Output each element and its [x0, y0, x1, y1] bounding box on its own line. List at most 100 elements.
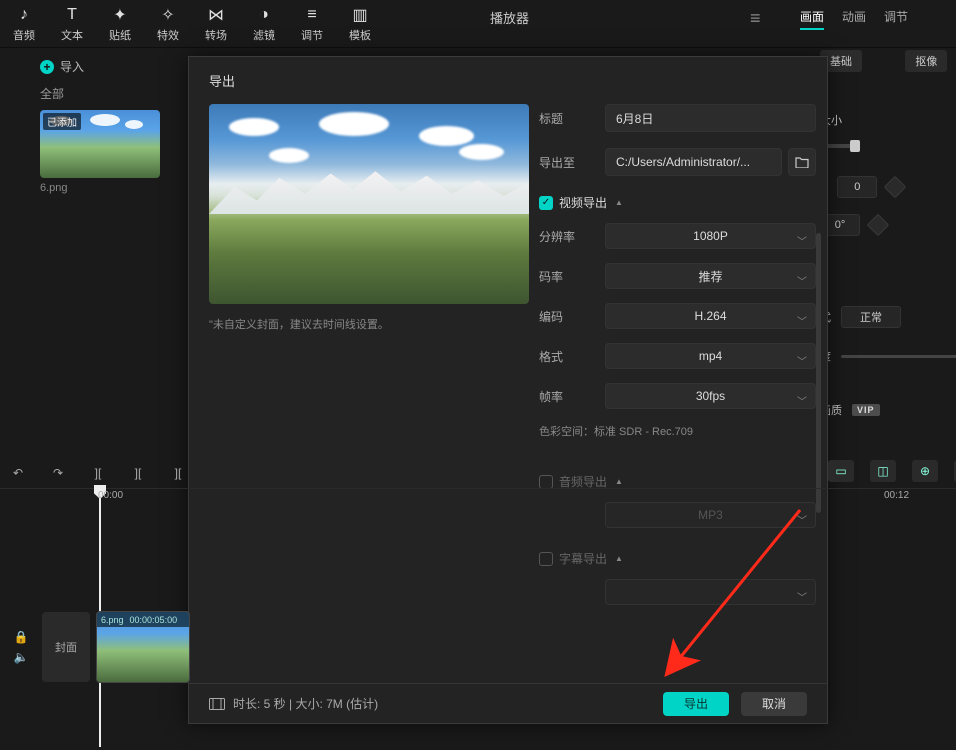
effect-icon: ✧ — [161, 5, 174, 25]
video-track: 🔒 🔈 封面 6.png 00:00:05:00 — [0, 610, 956, 684]
clip-duration: 00:00:05:00 — [130, 615, 178, 625]
tab-animation[interactable]: 动画 — [842, 8, 866, 30]
chip-keying[interactable]: 抠像 — [905, 50, 947, 72]
keyframe-icon[interactable] — [867, 214, 890, 237]
undo-icon[interactable]: ↶ — [8, 466, 28, 480]
tl-tool-1[interactable]: ▭ — [828, 460, 854, 482]
export-button[interactable]: 导出 — [663, 692, 729, 716]
player-title: 播放器 — [490, 8, 529, 27]
browse-button[interactable] — [788, 148, 816, 176]
adjust-icon: ≡ — [307, 5, 316, 25]
text-icon: T — [67, 5, 77, 25]
colorspace-info: 色彩空间：标准 SDR - Rec.709 — [539, 423, 816, 439]
tool-sticker[interactable]: ✦贴纸 — [96, 5, 144, 43]
scrollbar[interactable] — [816, 233, 821, 513]
chevron-down-icon: ﹀ — [797, 313, 807, 328]
sticker-icon: ✦ — [113, 5, 126, 25]
folder-icon — [795, 156, 809, 168]
tab-color[interactable]: 调节 — [884, 8, 908, 30]
audio-export-checkbox[interactable] — [539, 475, 553, 489]
player-menu-icon[interactable]: ≡ — [750, 8, 761, 29]
template-icon: ▥ — [352, 5, 367, 25]
tl-tool-3[interactable]: ⊕ — [912, 460, 938, 482]
tool-text[interactable]: T文本 — [48, 5, 96, 43]
format-label: 格式 — [539, 348, 605, 365]
path-label: 导出至 — [539, 154, 605, 171]
plus-icon: + — [40, 60, 54, 74]
vip-badge: VIP — [852, 404, 880, 416]
tool-filter[interactable]: ◑滤镜 — [240, 5, 288, 43]
bitrate-label: 码率 — [539, 268, 605, 285]
filter-icon: ◑ — [259, 5, 269, 25]
media-panel: + 导入 全部 已添加 6.png — [0, 48, 200, 194]
tl-tool-2[interactable]: ◫ — [870, 460, 896, 482]
category-all[interactable]: 全部 — [40, 85, 200, 102]
chevron-down-icon: ﹀ — [797, 273, 807, 288]
tool-transition[interactable]: ⋈转场 — [192, 5, 240, 43]
split-right-icon[interactable]: ][ — [168, 466, 188, 480]
thumbnail-image: 已添加 — [40, 110, 160, 178]
resolution-label: 分辨率 — [539, 228, 605, 245]
chevron-down-icon: ﹀ — [797, 393, 807, 408]
cover-slot[interactable]: 封面 — [42, 612, 90, 682]
tool-adjust[interactable]: ≡调节 — [288, 5, 336, 43]
title-input[interactable] — [605, 104, 816, 132]
path-input[interactable] — [605, 148, 782, 176]
codec-select[interactable]: H.264﹀ — [605, 303, 816, 329]
chevron-down-icon: ﹀ — [797, 589, 807, 604]
tool-audio[interactable]: ♪音频 — [0, 5, 48, 43]
media-thumbnail[interactable]: 已添加 6.png — [40, 110, 160, 194]
mute-icon[interactable]: 🔈 — [14, 650, 29, 664]
format-select[interactable]: mp4﹀ — [605, 343, 816, 369]
time-marker-1: 00:12 — [884, 490, 909, 501]
subtitle-format-select: ﹀ — [605, 579, 816, 605]
clip-filename: 6.png — [101, 615, 124, 625]
dialog-title: 导出 — [189, 57, 827, 104]
property-tabs: 画面 动画 调节 — [800, 8, 908, 30]
transition-icon: ⋈ — [208, 5, 224, 25]
chevron-down-icon: ﹀ — [797, 353, 807, 368]
split-left-icon[interactable]: ][ — [128, 466, 148, 480]
video-export-checkbox[interactable]: ✓ — [539, 196, 553, 210]
cancel-button[interactable]: 取消 — [741, 692, 807, 716]
cover-hint: "未自定义封面，建议去时间线设置。 — [209, 316, 529, 332]
resolution-select[interactable]: 1080P﹀ — [605, 223, 816, 249]
dialog-footer: 时长: 5 秒 | 大小: 7M (估计) 导出 取消 — [189, 683, 827, 723]
keyframe-icon[interactable] — [884, 176, 907, 199]
chevron-down-icon: ﹀ — [797, 233, 807, 248]
title-label: 标题 — [539, 110, 605, 127]
subtitle-export-checkbox[interactable] — [539, 552, 553, 566]
tool-effect[interactable]: ✧特效 — [144, 5, 192, 43]
timeline-clip[interactable]: 6.png 00:00:05:00 — [96, 611, 190, 683]
audio-format-label — [539, 508, 605, 522]
timeline-right-tools: ▭ ◫ ⊕ ⊙ — [828, 460, 956, 482]
blend-mode-select[interactable]: 正常 — [841, 306, 901, 328]
properties-panel: 基础 抠像 大小 X 0 0° 式 正常 度 画质 VIP — [820, 50, 956, 418]
timeline-toolbar: ↶ ↷ ]​[ ][ ][ — [0, 458, 188, 488]
chevron-down-icon: ﹀ — [797, 512, 807, 527]
time-marker-0: 00:00 — [98, 490, 123, 501]
audio-icon: ♪ — [20, 5, 28, 25]
tab-picture[interactable]: 画面 — [800, 8, 824, 30]
export-summary: 时长: 5 秒 | 大小: 7M (估计) — [209, 695, 378, 712]
lock-icon[interactable]: 🔒 — [14, 630, 29, 644]
import-button[interactable]: + 导入 — [40, 58, 84, 75]
bitrate-select[interactable]: 推荐﹀ — [605, 263, 816, 289]
chevron-up-icon: ▲ — [615, 198, 623, 207]
film-icon — [209, 698, 225, 710]
redo-icon[interactable]: ↷ — [48, 466, 68, 480]
fps-select[interactable]: 30fps﹀ — [605, 383, 816, 409]
pos-x-input[interactable]: 0 — [837, 176, 877, 198]
tool-template[interactable]: ▥模板 — [336, 5, 384, 43]
opacity-slider[interactable] — [841, 355, 956, 358]
chevron-up-icon: ▲ — [615, 477, 623, 486]
fps-label: 帧率 — [539, 388, 605, 405]
cover-preview[interactable] — [209, 104, 529, 304]
codec-label: 编码 — [539, 308, 605, 325]
time-ruler[interactable] — [0, 488, 956, 508]
chevron-up-icon: ▲ — [615, 554, 623, 563]
split-icon[interactable]: ]​[ — [88, 466, 108, 480]
added-badge: 已添加 — [43, 113, 81, 130]
video-export-section[interactable]: ✓ 视频导出 ▲ — [539, 194, 816, 211]
subtitle-export-section[interactable]: 字幕导出 ▲ — [539, 550, 816, 567]
